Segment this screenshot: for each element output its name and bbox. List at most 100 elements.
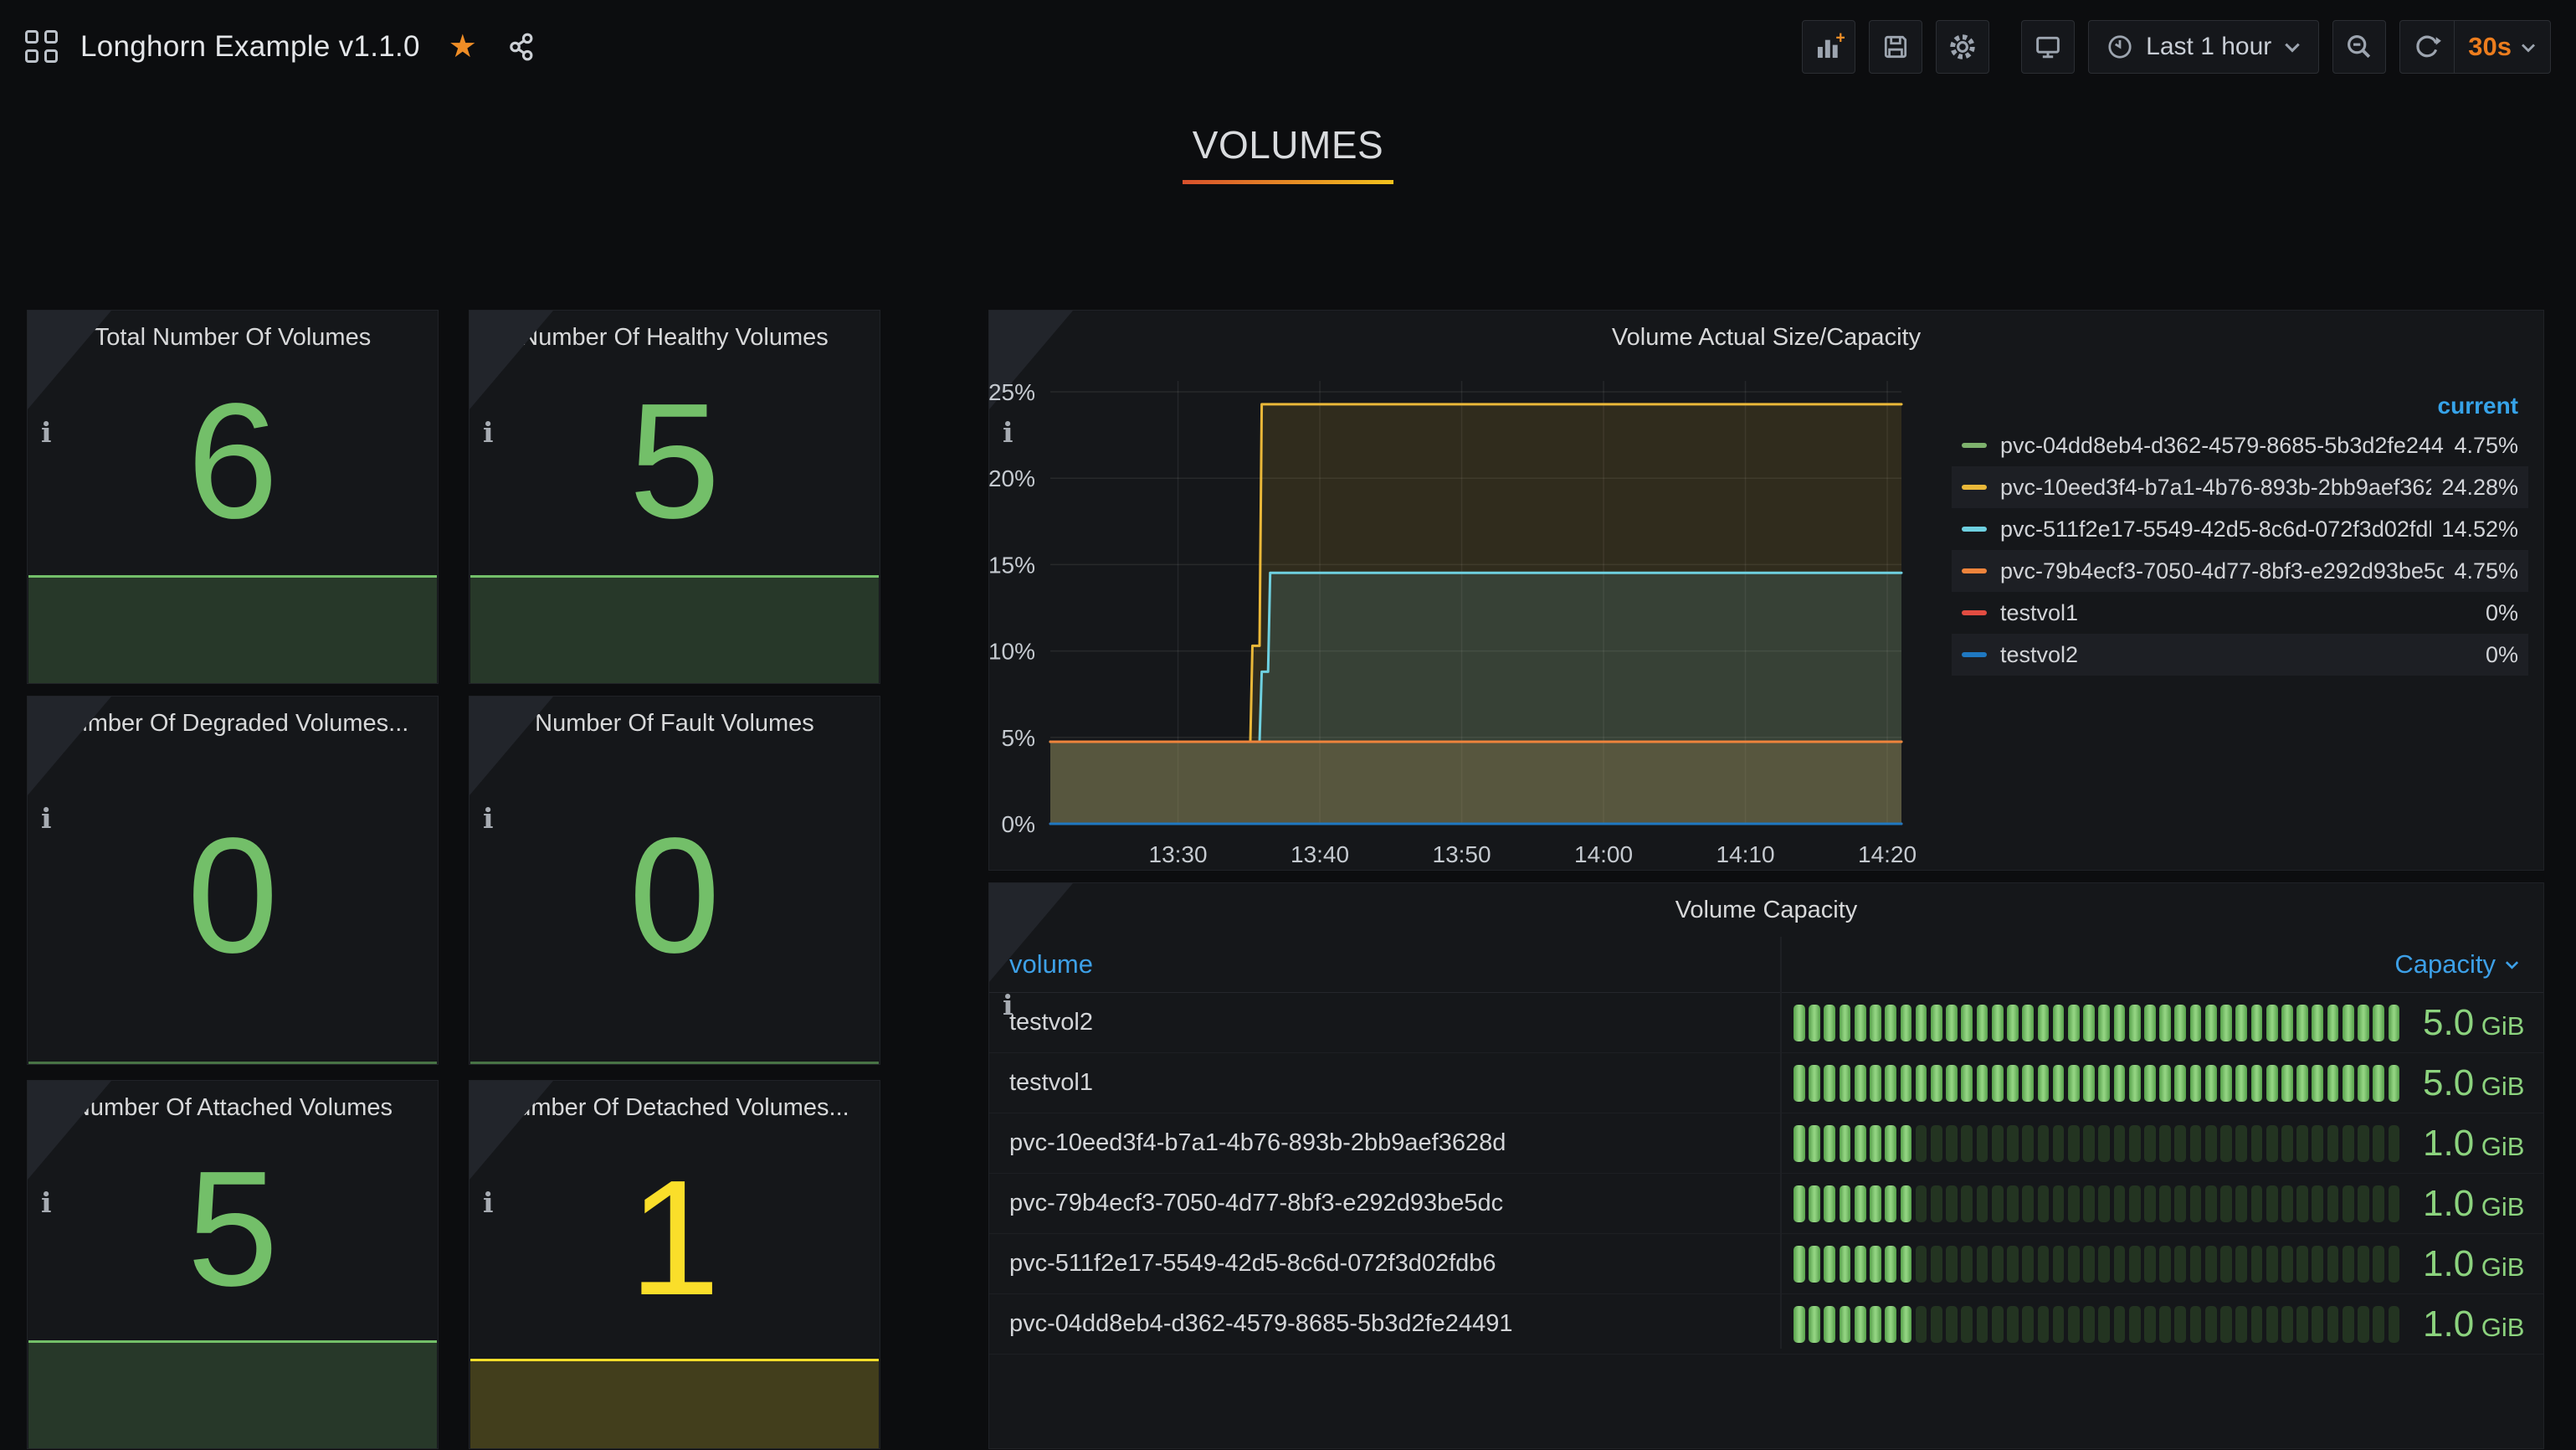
chevron-down-icon	[2283, 40, 2301, 54]
refresh-interval-button[interactable]: 30s	[2455, 21, 2550, 73]
stat-sparkline	[470, 1359, 879, 1448]
capacity-gauge-cell: 1.0 GiB	[1780, 1243, 2543, 1285]
table-header-row: volume Capacity	[989, 937, 2543, 993]
dashboard-grid-icon[interactable]	[25, 30, 59, 64]
volume-name-cell: pvc-79b4ecf3-7050-4d77-8bf3-e292d93be5dc	[989, 1190, 1780, 1217]
kiosk-mode-button[interactable]	[2021, 20, 2075, 74]
capacity-gauge-cell: 1.0 GiB	[1780, 1123, 2543, 1165]
legend-current-header[interactable]: current	[1952, 388, 2528, 424]
dashboard-settings-button[interactable]	[1936, 20, 1989, 74]
magnifier-minus-icon	[2344, 32, 2374, 62]
series-name[interactable]: pvc-04dd8eb4-d362-4579-8685-5b3d2fe24491	[2000, 433, 2444, 459]
volume-name-cell: pvc-04dd8eb4-d362-4579-8685-5b3d2fe24491	[989, 1310, 1780, 1338]
table-row[interactable]: pvc-04dd8eb4-d362-4579-8685-5b3d2fe24491…	[989, 1294, 2543, 1355]
legend-item[interactable]: testvol1 0%	[1952, 592, 2528, 634]
capacity-value: 1.0 GiB	[2423, 1183, 2524, 1225]
stat-value: 5	[629, 379, 720, 543]
lcd-gauge	[1793, 1246, 2399, 1283]
refresh-icon	[2412, 32, 2442, 62]
table-row[interactable]: pvc-511f2e17-5549-42d5-8c6d-072f3d02fdb6…	[989, 1234, 2543, 1294]
capacity-value: 5.0 GiB	[2423, 1062, 2524, 1104]
svg-text:25%: 25%	[989, 379, 1035, 405]
table-row[interactable]: pvc-10eed3f4-b7a1-4b76-893b-2bb9aef3628d…	[989, 1113, 2543, 1174]
share-icon[interactable]	[507, 32, 537, 62]
series-color-swatch	[1962, 527, 1987, 532]
time-range-label: Last 1 hour	[2146, 33, 2271, 61]
legend-item[interactable]: testvol20%	[1952, 634, 2528, 676]
series-color-swatch	[1962, 610, 1987, 615]
column-header-capacity[interactable]: Capacity	[1780, 949, 2543, 980]
legend-rows: pvc-04dd8eb4-d362-4579-8685-5b3d2fe24491…	[1952, 424, 2528, 676]
stat-sparkline	[28, 1340, 437, 1448]
stat-sparkline	[28, 575, 437, 683]
table-panel-volume-capacity[interactable]: Volume Capacity i volume Capacity testvo…	[988, 882, 2544, 1449]
series-color-swatch	[1962, 443, 1987, 448]
capacity-value: 1.0 GiB	[2423, 1243, 2524, 1285]
table-rows: testvol25.0 GiBtestvol15.0 GiBpvc-10eed3…	[989, 993, 2543, 1355]
legend-item[interactable]: pvc-10eed3f4-b7a1-4b76-893b-2bb9aef3628d…	[1952, 466, 2528, 508]
legend-item[interactable]: pvc-79b4ecf3-7050-4d77-8bf3-e292d93be5dc…	[1952, 550, 2528, 592]
capacity-value: 5.0 GiB	[2423, 1002, 2524, 1044]
svg-text:14:20: 14:20	[1858, 841, 1917, 867]
panel-title[interactable]: Volume Capacity	[989, 883, 2543, 937]
stat-value: 1	[629, 1156, 720, 1320]
stat-sparkline	[28, 1062, 437, 1064]
stat-panel-healthy-volumes[interactable]: Number Of Healthy Volumes i 5	[469, 310, 880, 684]
series-name[interactable]: pvc-79b4ecf3-7050-4d77-8bf3-e292d93be5dc	[2000, 558, 2444, 584]
stat-value: 0	[187, 814, 278, 978]
svg-text:14:00: 14:00	[1574, 841, 1633, 867]
table-row[interactable]: testvol15.0 GiB	[989, 1053, 2543, 1113]
table-column-divider	[1780, 937, 1782, 1349]
save-dashboard-button[interactable]	[1869, 20, 1922, 74]
legend-item[interactable]: pvc-511f2e17-5549-42d5-8c6d-072f3d02fdb6…	[1952, 508, 2528, 550]
table-row[interactable]: testvol2 5.0 GiB	[989, 993, 2543, 1053]
series-current-value: 4.75%	[2454, 433, 2518, 459]
series-current-value: 0%	[2486, 600, 2518, 626]
svg-text:10%: 10%	[989, 639, 1035, 665]
stat-panel-total-volumes[interactable]: Total Number Of Volumes i 6	[27, 310, 439, 684]
capacity-gauge-cell: 1.0 GiB	[1780, 1183, 2543, 1225]
svg-text:5%: 5%	[1002, 725, 1035, 751]
legend-item[interactable]: pvc-04dd8eb4-d362-4579-8685-5b3d2fe24491…	[1952, 424, 2528, 466]
series-name[interactable]: pvc-10eed3f4-b7a1-4b76-893b-2bb9aef3628d	[2000, 475, 2431, 501]
add-panel-button[interactable]: +	[1802, 20, 1855, 74]
capacity-gauge-cell: 5.0 GiB	[1780, 1062, 2543, 1104]
favorite-star-icon[interactable]: ★	[449, 31, 477, 63]
table-row[interactable]: pvc-79b4ecf3-7050-4d77-8bf3-e292d93be5dc…	[989, 1174, 2543, 1234]
chart-panel-volume-actual-size[interactable]: Volume Actual Size/Capacity i 0%5%10%15%…	[988, 310, 2544, 871]
series-name[interactable]: testvol1	[2000, 600, 2476, 626]
svg-text:13:30: 13:30	[1149, 841, 1208, 867]
time-range-picker[interactable]: Last 1 hour	[2088, 20, 2319, 74]
series-name[interactable]: pvc-511f2e17-5549-42d5-8c6d-072f3d02fdb6	[2000, 517, 2431, 542]
refresh-interval-label: 30s	[2468, 32, 2512, 62]
series-color-swatch	[1962, 652, 1987, 657]
section-title: VOLUMES	[0, 122, 2576, 167]
zoom-out-button[interactable]	[2332, 20, 2386, 74]
volume-name-cell: pvc-10eed3f4-b7a1-4b76-893b-2bb9aef3628d	[989, 1129, 1780, 1157]
refresh-button[interactable]	[2400, 21, 2455, 73]
stat-panel-fault-volumes[interactable]: Number Of Fault Volumes i 0	[469, 696, 880, 1065]
grafana-dashboard: Longhorn Example v1.1.0 ★ +	[0, 0, 2576, 1450]
volume-name-cell: testvol2	[989, 1009, 1780, 1036]
series-current-value: 24.28%	[2441, 475, 2518, 501]
stat-sparkline	[470, 1062, 879, 1064]
stat-panel-degraded-volumes[interactable]: Number Of Degraded Volumes... i 0	[27, 696, 439, 1065]
panel-title[interactable]: Volume Actual Size/Capacity	[989, 311, 2543, 364]
time-series-chart[interactable]: 0%5%10%15%20%25%13:3013:4013:5014:0014:1…	[989, 364, 1943, 871]
capacity-table: volume Capacity testvol25.0 GiBtestvol15…	[989, 937, 2543, 1355]
refresh-control: 30s	[2399, 20, 2551, 74]
series-current-value: 14.52%	[2441, 517, 2518, 542]
series-name[interactable]: testvol2	[2000, 642, 2476, 668]
sort-desc-icon	[2504, 959, 2520, 970]
section-header: VOLUMES	[0, 122, 2576, 184]
svg-text:20%: 20%	[989, 465, 1035, 491]
svg-text:15%: 15%	[989, 552, 1035, 578]
navbar: Longhorn Example v1.1.0 ★ +	[0, 0, 2576, 94]
column-header-volume[interactable]: volume	[989, 949, 1780, 980]
clock-icon	[2106, 33, 2134, 61]
stat-value: 5	[187, 1147, 278, 1311]
stat-panel-detached-volumes[interactable]: Number Of Detached Volumes... i 1	[469, 1080, 880, 1449]
capacity-value: 1.0 GiB	[2423, 1123, 2524, 1165]
capacity-value: 1.0 GiB	[2423, 1303, 2524, 1345]
stat-panel-attached-volumes[interactable]: Number Of Attached Volumes i 5	[27, 1080, 439, 1449]
